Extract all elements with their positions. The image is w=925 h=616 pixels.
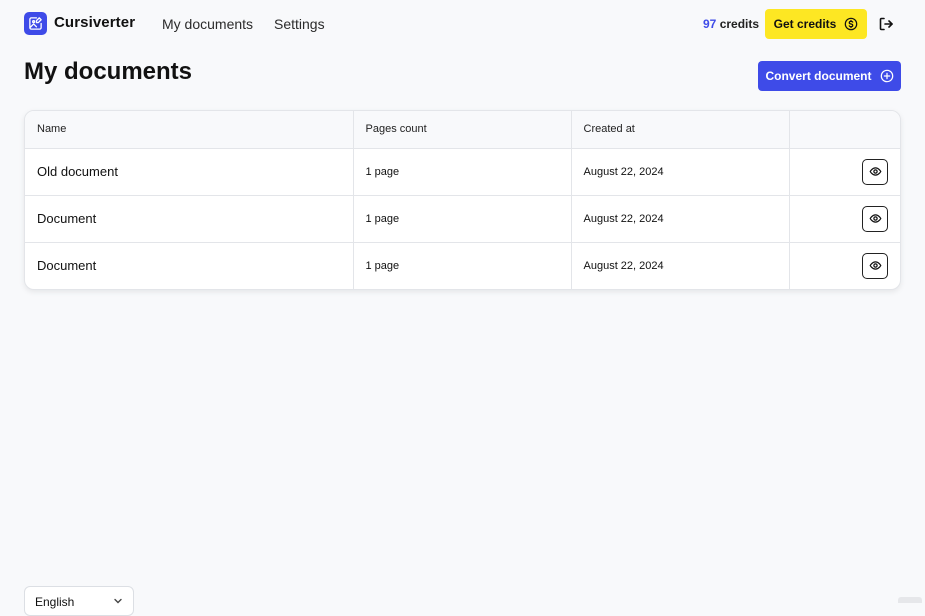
- actions-cell: [789, 148, 900, 195]
- brand-name[interactable]: Cursiverter: [54, 14, 135, 31]
- language-select[interactable]: English: [24, 586, 134, 616]
- page-title: My documents: [24, 58, 193, 85]
- convert-document-label: Convert document: [765, 69, 872, 83]
- created-at-cell: August 22, 2024: [571, 195, 790, 242]
- eye-icon: [869, 167, 881, 176]
- nav-my-documents[interactable]: My documents: [162, 16, 253, 32]
- logout-icon[interactable]: [878, 16, 894, 32]
- table-row[interactable]: Document 1 page August 22, 2024: [25, 242, 900, 289]
- documents-table: Name Pages count Created at Old document…: [25, 111, 900, 289]
- actions-cell: [789, 242, 900, 289]
- chevron-down-icon: [114, 598, 122, 604]
- actions-cell: [789, 195, 900, 242]
- get-credits-label: Get credits: [773, 17, 837, 31]
- document-name-cell[interactable]: Document: [25, 242, 354, 289]
- column-header-actions: [789, 111, 900, 149]
- table-header-row: Name Pages count Created at: [25, 111, 900, 149]
- pages-count-cell: 1 page: [353, 242, 572, 289]
- created-at-cell: August 22, 2024: [571, 148, 790, 195]
- credits-count: 97: [703, 17, 717, 31]
- eye-icon: [869, 214, 881, 223]
- view-document-button[interactable]: [862, 158, 888, 185]
- scroll-corner-indicator: [898, 597, 922, 603]
- table-row[interactable]: Document 1 page August 22, 2024: [25, 195, 900, 242]
- plus-circle-icon: [880, 69, 893, 83]
- get-credits-button[interactable]: Get credits: [765, 9, 867, 39]
- credits-display: 97 credits: [703, 17, 759, 31]
- document-name-cell[interactable]: Document: [25, 195, 354, 242]
- created-at-cell: August 22, 2024: [571, 242, 790, 289]
- column-header-pages: Pages count: [353, 111, 572, 149]
- convert-document-button[interactable]: Convert document: [758, 61, 901, 91]
- credits-label: credits: [719, 17, 760, 31]
- view-document-button[interactable]: [862, 205, 888, 232]
- top-header: Cursiverter My documents Settings 97 cre…: [0, 0, 925, 48]
- document-name-cell[interactable]: Old document: [25, 148, 354, 195]
- column-header-name: Name: [25, 111, 354, 149]
- table-row[interactable]: Old document 1 page August 22, 2024: [25, 148, 900, 195]
- pages-count-cell: 1 page: [353, 195, 572, 242]
- documents-table-card: Name Pages count Created at Old document…: [24, 110, 901, 290]
- nav-settings[interactable]: Settings: [274, 16, 325, 32]
- language-select-value: English: [35, 595, 75, 609]
- app-logo-icon[interactable]: [24, 12, 47, 35]
- view-document-button[interactable]: [862, 252, 888, 279]
- eye-icon: [869, 261, 881, 271]
- column-header-created: Created at: [571, 111, 790, 149]
- dollar-coin-icon: [845, 17, 858, 31]
- pages-count-cell: 1 page: [353, 148, 572, 195]
